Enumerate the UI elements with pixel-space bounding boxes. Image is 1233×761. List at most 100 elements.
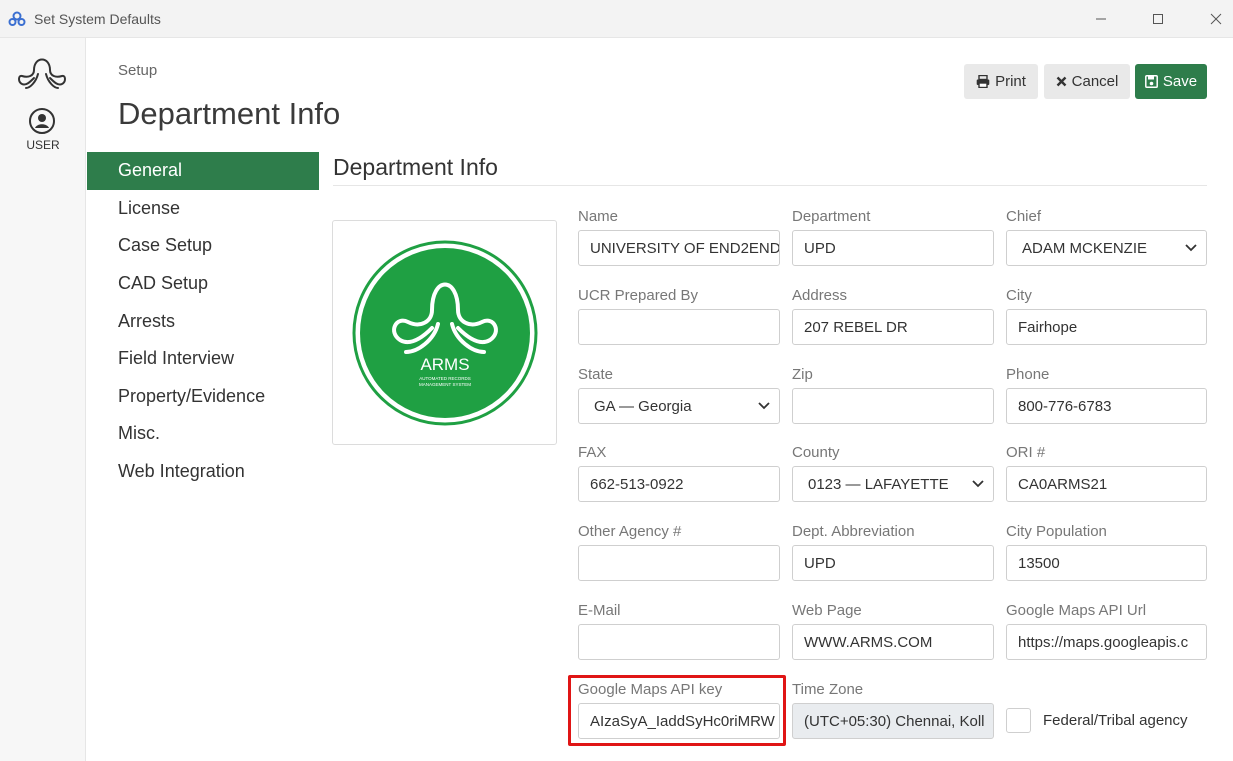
- minimize-icon[interactable]: [1078, 0, 1124, 38]
- dept-abbrev-input[interactable]: UPD: [792, 545, 994, 581]
- title-bar: Set System Defaults: [0, 0, 1233, 38]
- zip-input[interactable]: [792, 388, 994, 424]
- phone-label: Phone: [1006, 366, 1050, 383]
- maps-url-field-group: Google Maps API Url https://maps.googlea…: [1006, 600, 1207, 660]
- chief-value: ADAM MCKENZIE: [1022, 239, 1148, 257]
- department-field-group: Department UPD: [792, 206, 994, 266]
- user-icon[interactable]: [29, 108, 55, 134]
- federal-agency-toggle[interactable]: Federal/Tribal agency: [1006, 708, 1188, 733]
- section-divider: [333, 185, 1207, 186]
- county-field-group: County 0123 — LAFAYETTE: [792, 442, 994, 502]
- name-label: Name: [578, 208, 619, 225]
- nav-item-case-setup[interactable]: Case Setup: [87, 227, 319, 265]
- logo-subtext-1: AUTOMATED RECORDS: [419, 376, 471, 381]
- window-title: Set System Defaults: [34, 11, 161, 27]
- other-agency-label: Other Agency #: [578, 523, 682, 540]
- nav-item-field-interview[interactable]: Field Interview: [87, 340, 319, 378]
- ucr-input[interactable]: [578, 309, 780, 345]
- county-select[interactable]: 0123 — LAFAYETTE: [792, 466, 994, 502]
- maximize-icon[interactable]: [1135, 0, 1181, 38]
- cancel-button[interactable]: Cancel: [1044, 64, 1130, 99]
- time-zone-label: Time Zone: [792, 681, 864, 698]
- logo-text: ARMS: [420, 355, 469, 374]
- nav-item-arrests[interactable]: Arrests: [87, 302, 319, 340]
- name-field-group: Name UNIVERSITY OF END2END: [578, 206, 780, 266]
- chief-label: Chief: [1006, 208, 1042, 225]
- fax-label: FAX: [578, 444, 607, 461]
- print-button[interactable]: Print: [964, 64, 1038, 99]
- phone-input[interactable]: 800-776-6783: [1006, 388, 1207, 424]
- maps-url-input[interactable]: https://maps.googleapis.c: [1006, 624, 1207, 660]
- address-input[interactable]: 207 REBEL DR: [792, 309, 994, 345]
- other-agency-input[interactable]: [578, 545, 780, 581]
- county-label: County: [792, 444, 840, 461]
- email-field-group: E-Mail: [578, 600, 780, 660]
- ori-input[interactable]: CA0ARMS21: [1006, 466, 1207, 502]
- department-input[interactable]: UPD: [792, 230, 994, 266]
- ori-label: ORI #: [1006, 444, 1046, 461]
- zip-label: Zip: [792, 366, 813, 383]
- ucr-field-group: UCR Prepared By: [578, 285, 780, 345]
- dept-abbrev-label: Dept. Abbreviation: [792, 523, 915, 540]
- chevron-down-icon: [758, 399, 770, 413]
- phone-field-group: Phone 800-776-6783: [1006, 364, 1207, 424]
- federal-agency-label: Federal/Tribal agency: [1043, 712, 1188, 729]
- cancel-icon: [1056, 76, 1066, 87]
- fax-field-group: FAX 662-513-0922: [578, 442, 780, 502]
- chief-select[interactable]: ADAM MCKENZIE: [1006, 230, 1207, 266]
- user-label[interactable]: USER: [0, 138, 86, 152]
- dept-abbrev-field-group: Dept. Abbreviation UPD: [792, 521, 994, 581]
- email-input[interactable]: [578, 624, 780, 660]
- city-field-group: City Fairhope: [1006, 285, 1207, 345]
- save-icon: [1144, 75, 1158, 88]
- settings-nav: General License Case Setup CAD Setup Arr…: [87, 152, 319, 490]
- maps-url-label: Google Maps API Url: [1006, 602, 1147, 619]
- email-label: E-Mail: [578, 602, 621, 619]
- web-page-input[interactable]: WWW.ARMS.COM: [792, 624, 994, 660]
- nav-item-cad-setup[interactable]: CAD Setup: [87, 265, 319, 303]
- left-rail: USER: [0, 38, 86, 761]
- nav-item-misc[interactable]: Misc.: [87, 415, 319, 453]
- page-title: Department Info: [118, 96, 341, 131]
- save-button[interactable]: Save: [1135, 64, 1207, 99]
- state-select[interactable]: GA — Georgia: [578, 388, 780, 424]
- nav-item-web-integration[interactable]: Web Integration: [87, 453, 319, 491]
- print-label: Print: [995, 73, 1026, 90]
- app-logo-icon: [8, 11, 26, 26]
- department-logo-image: ARMS AUTOMATED RECORDS MANAGEMENT SYSTEM: [352, 240, 537, 425]
- department-label: Department: [792, 208, 871, 225]
- city-input[interactable]: Fairhope: [1006, 309, 1207, 345]
- state-label: State: [578, 366, 614, 383]
- time-zone-input: (UTC+05:30) Chennai, Koll: [792, 703, 994, 739]
- save-label: Save: [1162, 73, 1198, 90]
- time-zone-field-group: Time Zone (UTC+05:30) Chennai, Koll: [792, 679, 994, 739]
- chief-field-group: Chief ADAM MCKENZIE: [1006, 206, 1207, 266]
- web-page-label: Web Page: [792, 602, 862, 619]
- print-icon: [976, 75, 990, 88]
- section-title: Department Info: [333, 154, 498, 180]
- nav-item-license[interactable]: License: [87, 190, 319, 228]
- arms-logo-icon[interactable]: [16, 48, 68, 94]
- cancel-label: Cancel: [1071, 73, 1119, 90]
- city-label: City: [1006, 287, 1032, 304]
- federal-agency-checkbox[interactable]: [1006, 708, 1031, 733]
- nav-item-property-evidence[interactable]: Property/Evidence: [87, 378, 319, 416]
- address-label: Address: [792, 287, 848, 304]
- name-input[interactable]: UNIVERSITY OF END2END: [578, 230, 780, 266]
- city-population-field-group: City Population 13500: [1006, 521, 1207, 581]
- county-value: 0123 — LAFAYETTE: [808, 475, 949, 493]
- chevron-down-icon: [972, 477, 984, 491]
- web-page-field-group: Web Page WWW.ARMS.COM: [792, 600, 994, 660]
- zip-field-group: Zip: [792, 364, 994, 424]
- state-field-group: State GA — Georgia: [578, 364, 780, 424]
- logo-subtext-2: MANAGEMENT SYSTEM: [419, 382, 471, 387]
- city-population-label: City Population: [1006, 523, 1107, 540]
- other-agency-field-group: Other Agency #: [578, 521, 780, 581]
- city-population-input[interactable]: 13500: [1006, 545, 1207, 581]
- close-icon[interactable]: [1193, 0, 1233, 38]
- fax-input[interactable]: 662-513-0922: [578, 466, 780, 502]
- highlight-box: [568, 675, 786, 746]
- department-logo-box[interactable]: ARMS AUTOMATED RECORDS MANAGEMENT SYSTEM: [332, 220, 557, 445]
- nav-item-general[interactable]: General: [87, 152, 319, 190]
- address-field-group: Address 207 REBEL DR: [792, 285, 994, 345]
